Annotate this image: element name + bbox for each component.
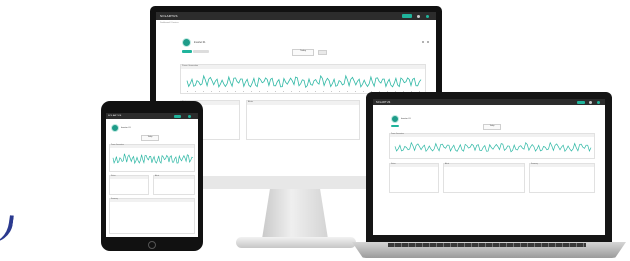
status-panel: Status — [389, 163, 439, 193]
date-select[interactable]: Today — [292, 49, 314, 56]
status-panel: Status — [109, 175, 149, 195]
power-chart-panel: Power Generation — [180, 64, 426, 94]
bell-icon[interactable] — [422, 41, 424, 43]
top-bar: SOLARTUS — [373, 99, 605, 105]
device-name: Inverter 01 — [194, 41, 206, 44]
alerts-panel: Alerts — [153, 175, 195, 195]
laptop-keyboard — [388, 243, 586, 247]
header-action-button[interactable] — [402, 14, 412, 18]
laptop-screen: SOLARTUS Inverter 01 Today Power Generat… — [373, 99, 605, 235]
user-icon[interactable] — [417, 14, 420, 18]
power-line-chart — [394, 141, 592, 153]
home-button-icon[interactable] — [148, 241, 156, 249]
top-bar: SOLARTUS — [156, 12, 436, 20]
laptop: SOLARTUS Inverter 01 Today Power Generat… — [366, 92, 612, 242]
power-series-line — [186, 74, 422, 89]
power-chart-panel: Power Generation — [389, 133, 595, 159]
dashboard-app-tablet: SOLARTUS Inverter 01 Today Power Generat… — [106, 113, 198, 237]
power-chart-title: Power Generation — [181, 65, 425, 69]
settings-icon[interactable] — [597, 100, 600, 104]
dashboard-app-laptop: SOLARTUS Inverter 01 Today Power Generat… — [373, 99, 605, 235]
status-panel-title: Status — [390, 164, 438, 167]
device-avatar — [391, 115, 399, 123]
settings-icon[interactable] — [426, 14, 429, 18]
top-bar: SOLARTUS — [106, 113, 198, 119]
alerts-panel-title: Alerts — [247, 101, 359, 105]
summary-panel-title: Summary — [110, 199, 194, 202]
summary-panel: Summary — [109, 198, 195, 234]
tab-overview[interactable] — [391, 125, 399, 127]
power-line-chart — [186, 74, 422, 89]
monitor-stand-base — [236, 237, 356, 248]
power-series-line — [394, 141, 592, 153]
power-chart-panel: Power Generation — [109, 144, 195, 172]
settings-icon[interactable] — [188, 114, 191, 118]
power-chart-title: Power Generation — [390, 134, 594, 137]
breadcrumb[interactable]: Dashboard / Devices — [160, 22, 179, 24]
tablet: SOLARTUS Inverter 01 Today Power Generat… — [101, 101, 203, 251]
device-name: Inverter 01 — [401, 118, 411, 120]
logo-swoosh — [0, 212, 14, 246]
header-action-button[interactable] — [174, 114, 181, 118]
share-icon[interactable] — [427, 41, 429, 43]
brand-logo: SOLARTUS — [160, 14, 178, 18]
apply-button[interactable] — [318, 50, 327, 55]
brand-logo: SOLARTUS — [108, 114, 122, 117]
alerts-panel-title: Alerts — [154, 176, 194, 179]
header-action-button[interactable] — [577, 100, 585, 104]
tablet-screen: SOLARTUS Inverter 01 Today Power Generat… — [106, 113, 198, 237]
summary-panel: Summary — [529, 163, 595, 193]
tab-overview[interactable] — [182, 50, 192, 53]
alerts-panel-title: Alerts — [444, 164, 524, 167]
date-select[interactable]: Today — [141, 135, 159, 141]
power-chart-title: Power Generation — [110, 145, 194, 148]
summary-panel-title: Summary — [530, 164, 594, 167]
brand-logo: SOLARTUS — [376, 100, 391, 104]
tab-details[interactable] — [193, 50, 209, 53]
device-avatar — [182, 38, 191, 47]
devices-mockup: SOLARTUS Dashboard / Devices Inverter 01… — [0, 0, 630, 261]
device-avatar — [111, 124, 119, 132]
alerts-panel: Alerts — [443, 163, 525, 193]
device-name: Inverter 01 — [121, 127, 131, 129]
power-line-chart — [112, 153, 194, 165]
monitor-stand — [262, 189, 328, 239]
status-panel-title: Status — [110, 176, 148, 179]
user-icon[interactable] — [589, 100, 592, 104]
alerts-panel: Alerts — [246, 100, 360, 140]
power-series-line — [112, 153, 194, 165]
date-select[interactable]: Today — [483, 124, 501, 130]
